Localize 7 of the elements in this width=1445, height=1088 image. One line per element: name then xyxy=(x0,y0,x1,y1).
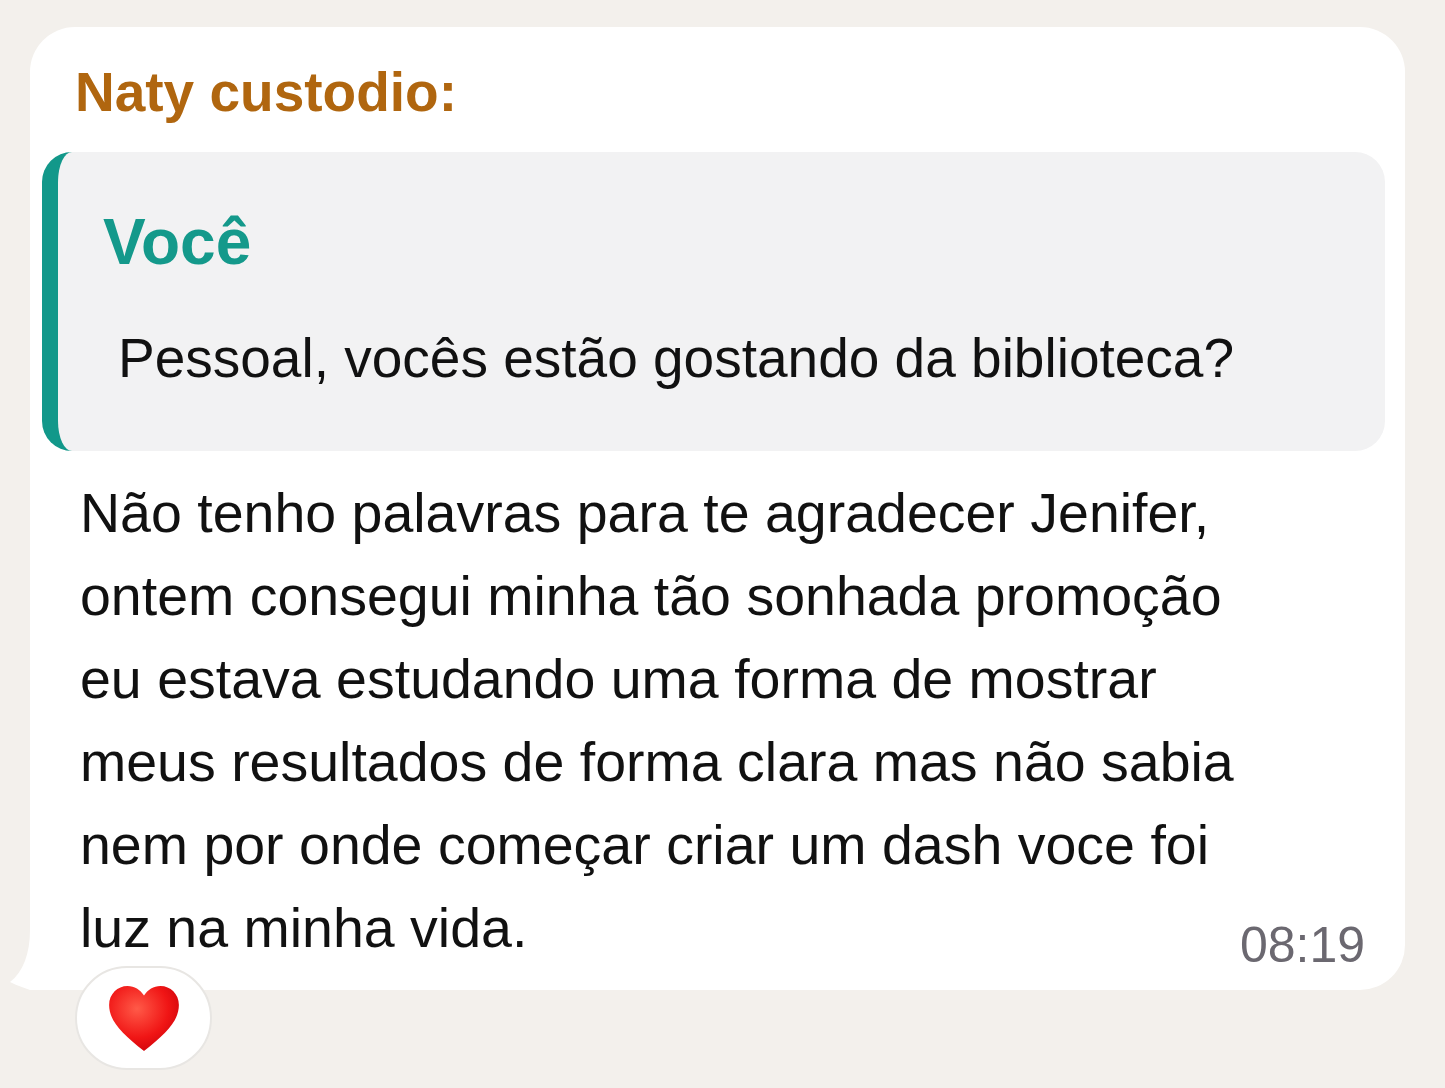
quoted-message[interactable]: Você Pessoal, vocês estão gostando da biblioteca? xyxy=(42,152,1385,451)
quote-text: Pessoal, vocês estão gostando da biblioteca? xyxy=(118,326,1236,391)
message-text: Não tenho palavras para te agradecer Jenifer, ontem consegui minha tão sonhada promoção eu estava estudando uma forma de mostrar meus resultados de forma clara mas não sabia nem por onde começar criar um dash voce foi luz na minha vida. xyxy=(80,481,1235,961)
sender-name: Naty custodio: xyxy=(75,60,458,125)
heart-icon xyxy=(108,985,179,1051)
message-time: 08:19 xyxy=(1239,920,1365,970)
quote-author: Você xyxy=(103,205,253,280)
